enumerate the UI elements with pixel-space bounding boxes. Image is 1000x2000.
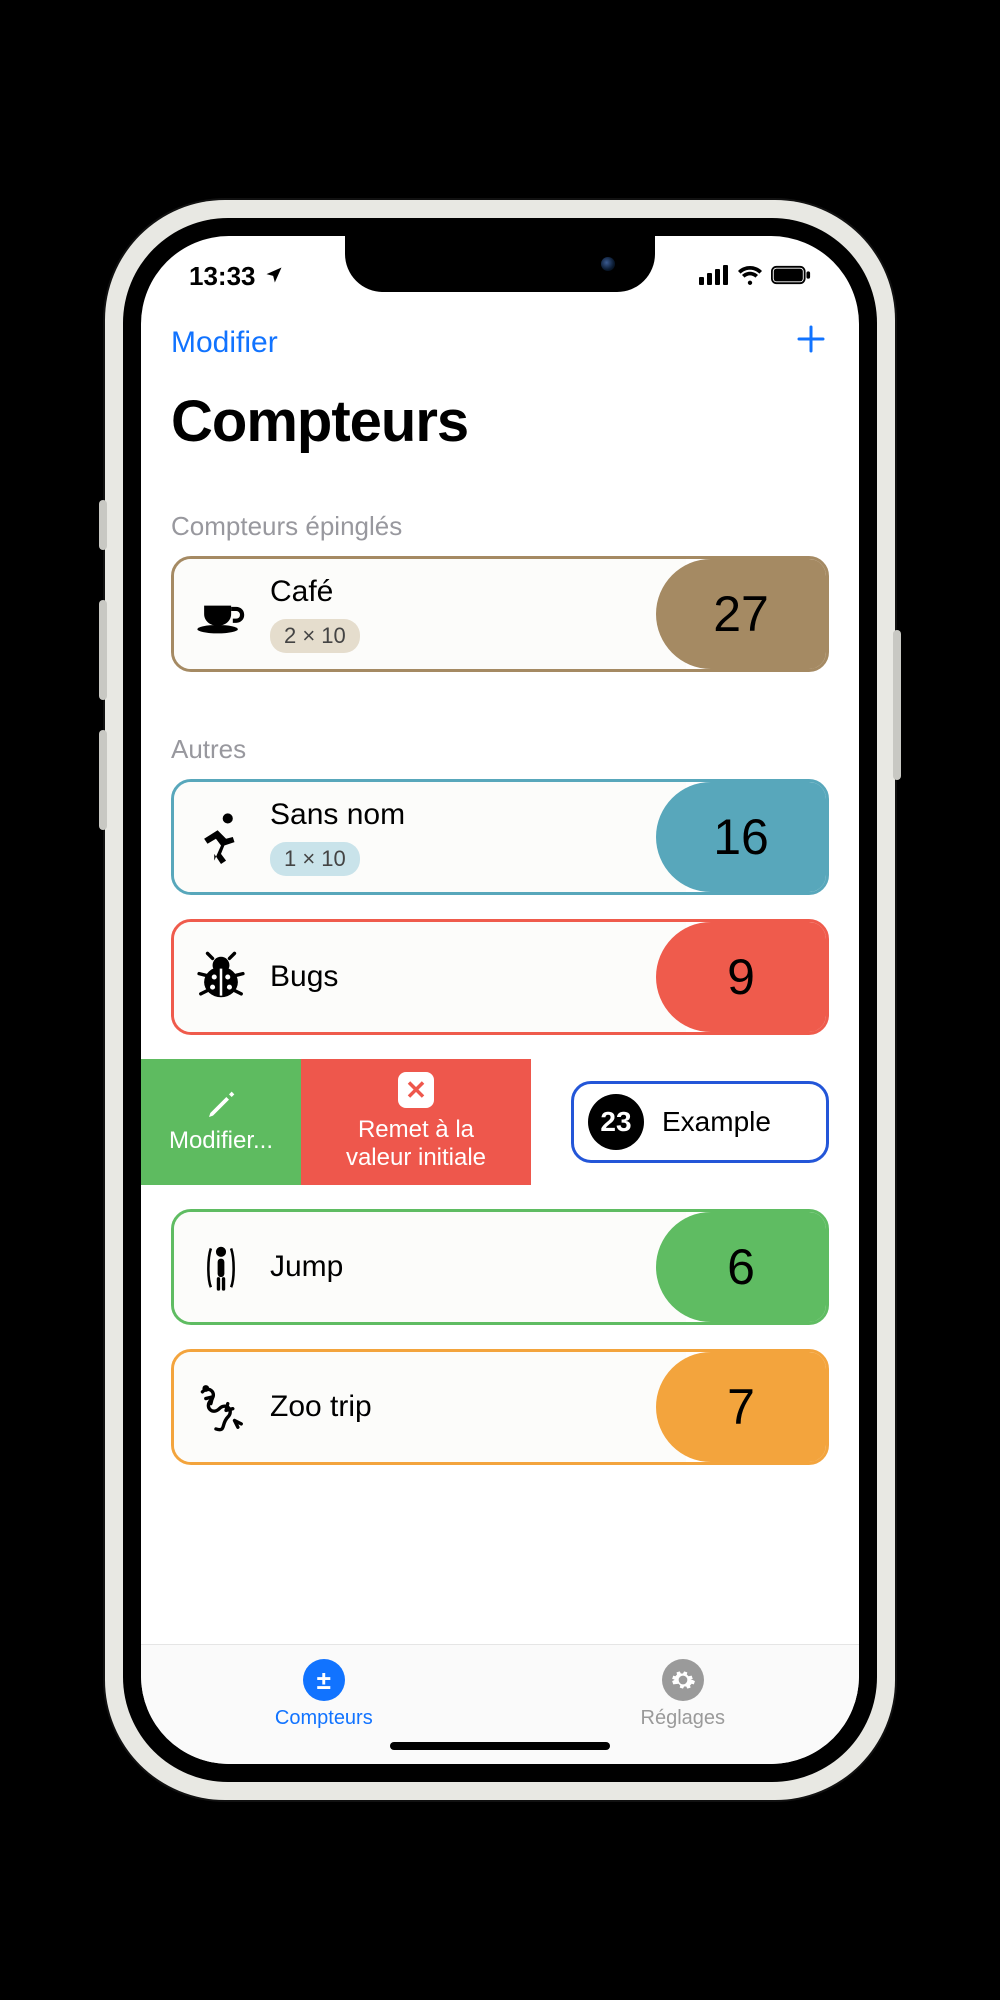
coffee-cup-icon	[192, 587, 250, 641]
reset-x-icon: ✕	[398, 1072, 434, 1108]
section-others-header: Autres	[141, 696, 859, 779]
tab-counters[interactable]: ± Compteurs	[275, 1659, 373, 1730]
nav-add-button[interactable]	[793, 318, 829, 368]
swipe-reset-button[interactable]: ✕ Remet à la valeur initiale	[301, 1059, 531, 1185]
home-indicator[interactable]	[390, 1742, 610, 1750]
counter-value[interactable]: 16	[656, 782, 826, 892]
jump-rope-icon	[192, 1240, 250, 1294]
counter-row-zoo[interactable]: Zoo trip 7	[171, 1349, 829, 1465]
plusminus-icon: ±	[303, 1659, 345, 1701]
tab-settings[interactable]: Réglages	[641, 1659, 726, 1730]
counter-name: Jump	[270, 1250, 343, 1284]
pencil-icon	[205, 1089, 237, 1121]
counter-row-cafe[interactable]: Café 2 × 10 27	[171, 556, 829, 672]
counter-row-sansnom[interactable]: Sans nom 1 × 10 16	[171, 779, 829, 895]
notch	[345, 236, 655, 292]
tab-label: Réglages	[641, 1707, 726, 1730]
counter-name: Sans nom	[270, 798, 405, 832]
ladybug-icon	[192, 950, 250, 1004]
counter-multiplier-badge: 2 × 10	[270, 619, 360, 653]
gear-icon	[662, 1659, 704, 1701]
counter-value[interactable]: 6	[656, 1212, 826, 1322]
counter-row-jump[interactable]: Jump 6	[171, 1209, 829, 1325]
counter-row-bugs[interactable]: Bugs 9	[171, 919, 829, 1035]
counter-row-example[interactable]: 23 Example	[571, 1081, 829, 1163]
counter-name: Café	[270, 575, 333, 609]
status-time: 13:33	[189, 261, 256, 292]
counter-value[interactable]: 27	[656, 559, 826, 669]
wifi-icon	[737, 261, 763, 292]
swipe-reset-label: Remet à la valeur initiale	[346, 1116, 486, 1172]
phone-frame: 13:33	[105, 200, 895, 1800]
swipe-edit-label: Modifier...	[169, 1127, 273, 1155]
running-person-icon	[192, 810, 250, 864]
swipe-edit-button[interactable]: Modifier...	[141, 1059, 301, 1185]
counter-name: Zoo trip	[270, 1390, 372, 1424]
nav-edit-button[interactable]: Modifier	[171, 326, 278, 360]
counter-name: Example	[662, 1106, 771, 1138]
battery-icon	[771, 261, 811, 292]
section-pinned-header: Compteurs épinglés	[141, 473, 859, 556]
counter-multiplier-badge: 1 × 10	[270, 842, 360, 876]
page-title: Compteurs	[141, 378, 859, 473]
signal-icon	[699, 261, 729, 292]
counter-value[interactable]: 7	[656, 1352, 826, 1462]
tab-label: Compteurs	[275, 1707, 373, 1730]
counter-value[interactable]: 9	[656, 922, 826, 1032]
counter-name: Bugs	[270, 960, 338, 994]
lizard-icon	[192, 1380, 250, 1434]
counter-value: 23	[588, 1094, 644, 1150]
location-arrow-icon	[264, 261, 284, 292]
